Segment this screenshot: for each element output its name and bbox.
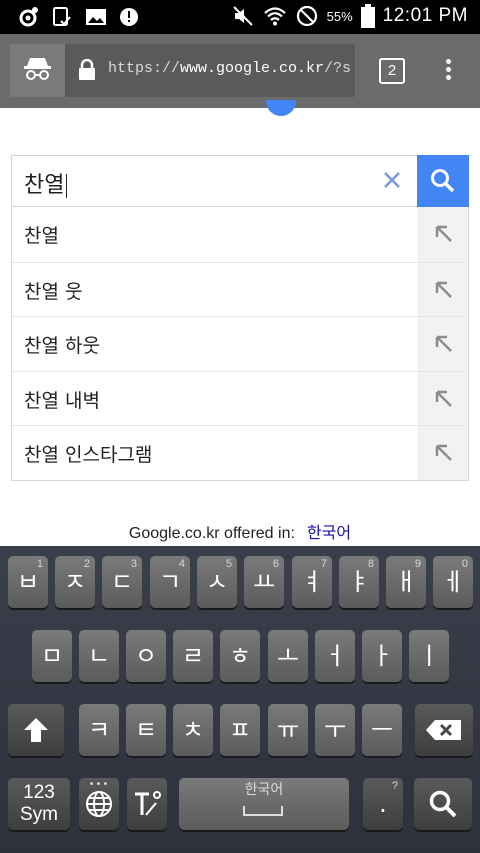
url-path: /?sc (324, 60, 352, 77)
language-offer-text: Google.co.kr offered in: (128, 525, 295, 542)
period-key[interactable]: ? . (363, 778, 403, 830)
url-bar[interactable]: https://www.google.co.kr/?sc (10, 44, 355, 97)
key[interactable]: 3ㄷ (102, 556, 142, 608)
suggestion-text: 찬열 웃 (24, 280, 83, 303)
suggestion-text: 찬열 하웃 (24, 335, 100, 358)
suggestion-item[interactable]: 찬열 (12, 207, 468, 262)
symbols-label-2: Sym (20, 804, 58, 825)
language-link[interactable]: 한국어 (307, 525, 351, 542)
key[interactable]: ㅊ (173, 704, 213, 756)
search-key[interactable] (414, 778, 472, 830)
keyboard: 1ㅂ 2ㅈ 3ㄷ 4ㄱ 5ㅅ 6ㅛ 7ㅕ 8ㅑ 9ㅐ 0ㅔ ㅁ ㄴ ㅇ ㄹ ㅎ … (0, 546, 480, 853)
url-host: www.google.co.kr (180, 60, 325, 77)
key[interactable]: ㄴ (79, 630, 119, 682)
symbols-label-1: 123 (23, 782, 55, 803)
symbols-key[interactable]: 123 Sym (8, 778, 70, 830)
key[interactable]: 5ㅅ (197, 556, 237, 608)
suggestion-item[interactable]: 찬열 인스타그램 (12, 425, 468, 480)
key[interactable]: ㅌ (126, 704, 166, 756)
key[interactable]: ㅠ (268, 704, 308, 756)
fill-query-icon[interactable] (418, 317, 468, 371)
space-language-label: 한국어 (244, 782, 284, 798)
image-icon (86, 9, 106, 25)
search-icon (431, 169, 455, 193)
tab-switcher-button[interactable]: 2 (379, 58, 405, 84)
key[interactable]: ㅁ (32, 630, 72, 682)
period-label: . (379, 790, 387, 818)
language-offer: Google.co.kr offered in: 한국어 (0, 519, 480, 543)
clock: 12:01 PM (382, 5, 468, 26)
no-sim-icon (296, 5, 317, 27)
alert-settings-icon (120, 8, 138, 26)
tablet-check-icon (53, 7, 71, 26)
fill-query-icon[interactable] (418, 207, 468, 262)
overflow-menu-icon[interactable] (440, 56, 456, 86)
search-input[interactable]: 찬열 (24, 167, 68, 199)
key[interactable]: 0ㅔ (433, 556, 473, 608)
search-box[interactable]: 찬열 (11, 155, 469, 207)
fill-query-icon[interactable] (418, 262, 468, 317)
suggestion-text: 찬열 내벽 (24, 389, 100, 412)
globe-icon (86, 791, 112, 817)
period-sub-label: ? (391, 780, 398, 792)
shift-key[interactable] (8, 704, 64, 756)
key[interactable]: 8ㅑ (339, 556, 379, 608)
suggestion-item[interactable]: 찬열 웃 (12, 261, 468, 317)
suggestion-text: 찬열 인스타그램 (24, 444, 153, 467)
url-scheme: https:// (108, 60, 181, 77)
key[interactable]: 1ㅂ (8, 556, 48, 608)
fill-query-icon[interactable] (418, 426, 468, 480)
key[interactable]: ㅡ (362, 704, 402, 756)
key[interactable]: ㅣ (409, 630, 449, 682)
battery-percent: 55% (326, 8, 353, 24)
space-icon (243, 806, 283, 816)
suggestion-list: 찬열 찬열 웃 찬열 하웃 찬열 내벽 찬열 인스타그램 (11, 207, 469, 481)
incognito-icon[interactable] (10, 44, 65, 97)
key[interactable]: 9ㅐ (386, 556, 426, 608)
clear-icon[interactable] (381, 169, 403, 191)
suggestion-item[interactable]: 찬열 하웃 (12, 316, 468, 371)
google-logo-fragment (266, 100, 296, 116)
suggestion-item[interactable]: 찬열 내벽 (12, 370, 468, 426)
text-settings-icon (135, 791, 161, 816)
key[interactable]: ㅗ (268, 630, 308, 682)
suggestion-text: 찬열 (24, 225, 59, 247)
battery-icon (360, 4, 375, 28)
status-bar: 55% 12:01 PM (0, 0, 480, 34)
text-caret (66, 174, 68, 198)
key[interactable]: 4ㄱ (150, 556, 190, 608)
mute-icon (232, 6, 253, 26)
search-icon (429, 790, 457, 818)
key[interactable]: 2ㅈ (55, 556, 95, 608)
text-settings-key[interactable] (127, 778, 167, 830)
key[interactable]: 6ㅛ (244, 556, 284, 608)
shift-icon (24, 718, 48, 742)
wifi-icon (263, 7, 286, 26)
key[interactable]: ㅓ (315, 630, 355, 682)
key[interactable]: ㅎ (220, 630, 260, 682)
key[interactable]: ㅏ (362, 630, 402, 682)
fill-query-icon[interactable] (418, 371, 468, 426)
key[interactable]: ㅇ (126, 630, 166, 682)
url-text[interactable]: https://www.google.co.kr/?sc (108, 60, 352, 77)
space-key[interactable]: 한국어 (179, 778, 349, 830)
key[interactable]: ㄹ (173, 630, 213, 682)
globe-key[interactable]: ••• (79, 778, 119, 830)
search-query-text: 찬열 (24, 173, 65, 198)
key[interactable]: ㅋ (79, 704, 119, 756)
backspace-icon (426, 720, 461, 740)
key[interactable]: ㅜ (315, 704, 355, 756)
search-button[interactable] (417, 155, 469, 207)
key[interactable]: 7ㅕ (292, 556, 332, 608)
backspace-key[interactable] (415, 704, 473, 756)
app-notification-icon (19, 7, 38, 27)
browser-toolbar: https://www.google.co.kr/?sc 2 (0, 34, 480, 108)
key[interactable]: ㅍ (220, 704, 260, 756)
lock-icon (79, 59, 95, 80)
